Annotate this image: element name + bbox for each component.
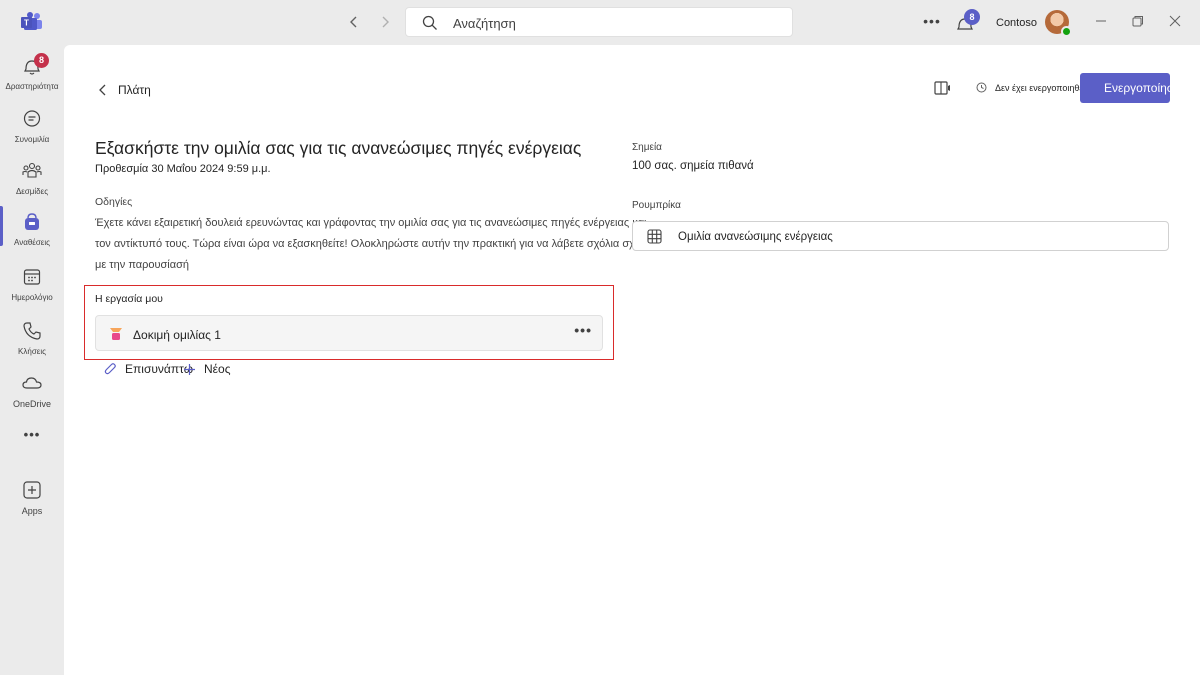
rail-label: Κλήσεις: [18, 347, 46, 356]
chat-icon: [23, 110, 41, 127]
user-avatar[interactable]: [1045, 10, 1072, 37]
rail-item-calls[interactable]: Κλήσεις: [0, 315, 64, 367]
attached-file[interactable]: Δοκιμή ομιλίας 1 •••: [95, 315, 603, 351]
rail-item-chat[interactable]: Συνομιλία: [0, 103, 64, 155]
activity-badge: 8: [34, 53, 49, 68]
assignments-icon: [25, 213, 39, 230]
chevron-left-icon: [99, 84, 106, 96]
teams-logo-icon[interactable]: T: [21, 12, 43, 32]
title-bar: T ••• 8 Contoso: [0, 0, 1200, 45]
forward-arrow-icon[interactable]: [377, 14, 393, 30]
rail-item-assignments[interactable]: Αναθέσεις: [0, 206, 64, 258]
more-options-icon[interactable]: •••: [922, 12, 942, 32]
points-value: 100 σας. σημεία πιθανά: [632, 160, 754, 172]
rubric-label: Ρουμπρίκα: [632, 200, 681, 211]
rail-label: OneDrive: [12, 399, 51, 409]
assignment-title: Εξασκήστε την ομιλία σας για τις ανανεώσ…: [95, 138, 582, 158]
instructions-label: Οδηγίες: [95, 196, 133, 208]
rail-item-apps[interactable]: Apps: [0, 474, 64, 526]
rail-label: Apps: [21, 506, 43, 516]
rail-label: Δεσμίδες: [15, 187, 49, 196]
search-box[interactable]: [405, 7, 793, 37]
activation-status: Δεν έχει ενεργοποιηθεί: [976, 82, 1085, 93]
main-content: Πλάτη Δεν έχει ενεργοποιηθεί Ενεργοποίησ…: [64, 45, 1200, 675]
notification-badge: 8: [964, 9, 980, 25]
rail-item-teams[interactable]: Δεσμίδες: [0, 155, 64, 207]
file-name: Δοκιμή ομιλίας 1: [133, 328, 221, 342]
phone-icon: [23, 322, 41, 340]
search-input[interactable]: [453, 13, 773, 33]
search-icon: [422, 15, 437, 30]
activate-button[interactable]: Ενεργοποίηση: [1080, 73, 1181, 103]
rail-label: Δραστηριότητα: [5, 82, 59, 91]
attach-button[interactable]: Επισυνάπτω: [104, 362, 193, 376]
add-apps-icon: [23, 481, 41, 499]
instructions-text: Έχετε κάνει εξαιρετική δουλειά ερευνώντα…: [95, 217, 659, 271]
app-rail: 8 Δραστηριότητα Συνομιλία Δεσμίδες Αναθέ…: [0, 45, 64, 675]
grid-icon: [647, 229, 662, 244]
minimize-icon[interactable]: [1094, 14, 1108, 28]
rail-label: Αναθέσεις: [14, 238, 50, 247]
more-icon: •••: [23, 427, 41, 442]
back-label: Πλάτη: [118, 83, 151, 97]
presence-available-icon: [1061, 26, 1072, 37]
back-button[interactable]: Πλάτη: [98, 82, 151, 98]
close-icon[interactable]: [1168, 14, 1182, 28]
clock-icon: [976, 82, 987, 93]
paperclip-icon: [104, 363, 116, 375]
immersive-reader-icon[interactable]: [934, 80, 952, 96]
plus-icon: [184, 363, 195, 375]
new-button[interactable]: Νέος: [183, 362, 230, 376]
rail-label: Συνομιλία: [14, 135, 50, 144]
rubric-card[interactable]: Ομιλία ανανεώσιμης ενέργειας: [632, 221, 1169, 251]
rail-more-apps[interactable]: •••: [0, 425, 64, 449]
new-label: Νέος: [204, 362, 231, 376]
my-work-section: Η εργασία μου Δοκιμή ομιλίας 1 •••: [84, 285, 614, 360]
calendar-icon: [23, 269, 41, 285]
my-work-label: Η εργασία μου: [95, 293, 163, 305]
file-more-options-icon[interactable]: •••: [574, 322, 592, 338]
status-text: Δεν έχει ενεργοποιηθεί: [995, 82, 1086, 93]
rail-item-calendar[interactable]: Ημερολόγιο: [0, 261, 64, 313]
due-date: Προθεσμία 30 Μαΐου 2024 9:59 μ.μ.: [95, 163, 271, 175]
back-arrow-icon[interactable]: [346, 14, 362, 30]
rail-item-activity[interactable]: 8 Δραστηριότητα: [0, 50, 64, 102]
rail-item-onedrive[interactable]: OneDrive: [0, 367, 64, 419]
teams-icon: [22, 162, 42, 178]
points-label: Σημεία: [632, 142, 662, 153]
restore-icon[interactable]: [1131, 14, 1145, 28]
rail-label: Ημερολόγιο: [11, 293, 53, 302]
rubric-name: Ομιλία ανανεώσιμης ενέργειας: [678, 231, 833, 243]
tenant-name[interactable]: Contoso: [996, 17, 1037, 29]
cloud-icon: [22, 377, 42, 389]
speaker-progress-icon: [110, 328, 122, 340]
svg-text:T: T: [24, 19, 29, 28]
